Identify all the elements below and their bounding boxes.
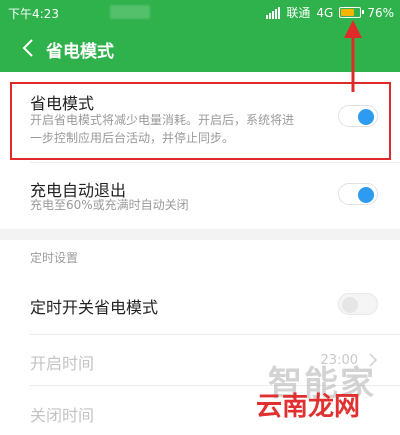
start-time-label: 开启时间 <box>30 354 95 373</box>
status-indicators: 联通 4G 76% <box>266 4 394 21</box>
timer-toggle[interactable] <box>338 293 378 315</box>
schedule-group-title: 定时设置 <box>30 251 79 265</box>
chevron-left-icon <box>22 39 33 57</box>
power-settings-section: 省电模式 开启省电模式将减少电量消耗。开启后，系统将进 一步控制应用后台活动，并… <box>0 72 400 229</box>
toggle-knob <box>358 187 374 203</box>
end-time-label: 关闭时间 <box>30 406 95 425</box>
network-label: 4G <box>316 5 334 20</box>
battery-percent: 76% <box>367 5 394 20</box>
toggle-knob <box>358 109 374 125</box>
power-saving-description-1: 开启省电模式将减少电量消耗。开启后，系统将进 <box>30 113 295 127</box>
power-saving-toggle[interactable] <box>338 105 378 127</box>
status-time: 下午4:23 <box>8 7 59 21</box>
power-saving-description-2: 一步控制应用后台活动，并停止同步。 <box>30 131 235 145</box>
signal-icon <box>266 6 281 19</box>
toggle-knob <box>342 297 358 313</box>
watermark: 智能家 云南龙网 <box>256 356 388 422</box>
annotation-arrow-icon <box>344 20 362 92</box>
blurred-notification-icons <box>110 5 150 19</box>
auto-exit-row[interactable]: 充电自动退出 充电至60%或充满时自动关闭 <box>0 163 400 229</box>
auto-exit-description: 充电至60%或充满时自动关闭 <box>30 198 189 212</box>
back-button[interactable] <box>16 34 40 62</box>
timer-row[interactable]: 定时开关省电模式 <box>0 274 400 334</box>
page-title: 省电模式 <box>46 42 114 62</box>
auto-exit-toggle[interactable] <box>338 183 378 205</box>
battery-icon <box>339 7 365 18</box>
carrier-label: 联通 <box>286 6 311 20</box>
battery-fill <box>341 9 355 16</box>
timer-label: 定时开关省电模式 <box>30 298 159 317</box>
watermark-bottom: 云南龙网 <box>256 392 361 422</box>
